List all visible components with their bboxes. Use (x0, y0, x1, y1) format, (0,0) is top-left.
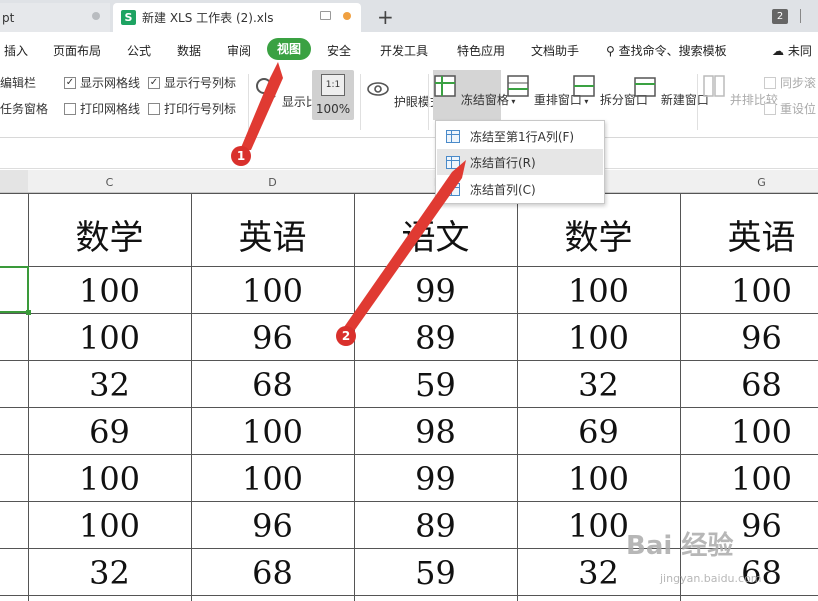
baidu-watermark: Bai 经验 (626, 531, 734, 561)
watermark-url: jingyan.baidu.com (660, 572, 762, 585)
annotation-marker-1: 1 (231, 146, 251, 166)
annotation-arrows (240, 62, 466, 334)
annotation-arrow-1 (240, 62, 283, 150)
annotation-arrow-2 (342, 160, 466, 334)
annotation-marker-2: 2 (336, 326, 356, 346)
